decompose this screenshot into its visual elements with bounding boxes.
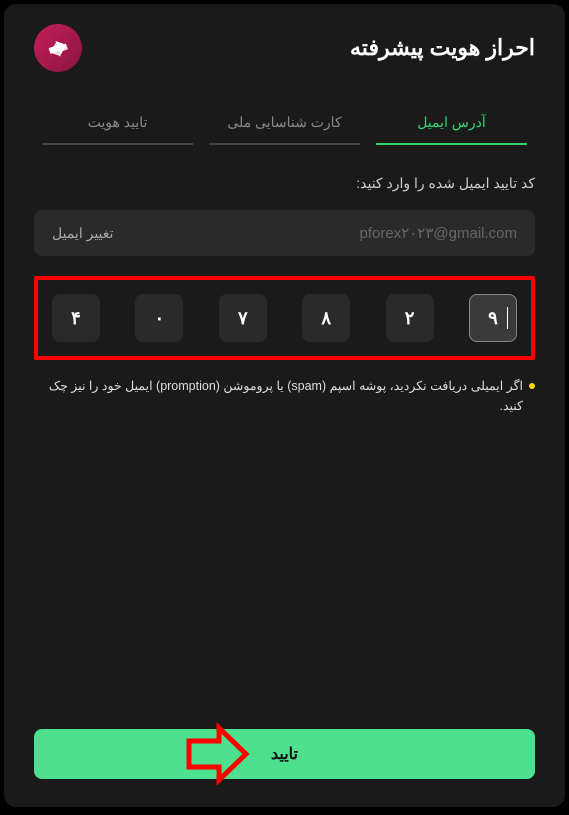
submit-button[interactable]: تایید xyxy=(34,729,535,779)
instruction-text: کد تایید ایمیل شده را وارد کنید: xyxy=(34,175,535,192)
otp-highlight-box: ۴ ۰ ۷ ۸ ۲ ۹ xyxy=(34,276,535,360)
tab-email[interactable]: آدرس ایمیل xyxy=(376,102,527,145)
bullet-icon xyxy=(529,383,535,389)
tab-identity[interactable]: تایید هویت xyxy=(42,102,193,145)
otp-digit-6[interactable]: ۹ xyxy=(469,294,517,342)
header: احراز هویت پیشرفته xyxy=(34,24,535,72)
tabs: آدرس ایمیل کارت شناسایی ملی تایید هویت xyxy=(34,102,535,145)
page-title: احراز هویت پیشرفته xyxy=(350,35,535,61)
otp-digit-2[interactable]: ۰ xyxy=(135,294,183,342)
swap-arrows-icon xyxy=(43,33,73,63)
spam-hint: اگر ایمیلی دریافت نکردید، پوشه اسپم (spa… xyxy=(34,376,535,416)
otp-inputs: ۴ ۰ ۷ ۸ ۲ ۹ xyxy=(46,294,523,342)
otp-digit-4[interactable]: ۸ xyxy=(302,294,350,342)
otp-digit-3[interactable]: ۷ xyxy=(219,294,267,342)
verification-panel: احراز هویت پیشرفته آدرس ایمیل کارت شناسا… xyxy=(4,4,565,807)
otp-digit-1[interactable]: ۴ xyxy=(52,294,100,342)
email-row: pforex۲۰۲۳@gmail.com تغییر ایمیل xyxy=(34,210,535,256)
otp-digit-5[interactable]: ۲ xyxy=(386,294,434,342)
hint-text: اگر ایمیلی دریافت نکردید، پوشه اسپم (spa… xyxy=(34,376,523,416)
tab-national-id[interactable]: کارت شناسایی ملی xyxy=(209,102,360,145)
email-value: pforex۲۰۲۳@gmail.com xyxy=(113,224,517,242)
brand-logo xyxy=(34,24,82,72)
change-email-link[interactable]: تغییر ایمیل xyxy=(52,225,113,242)
